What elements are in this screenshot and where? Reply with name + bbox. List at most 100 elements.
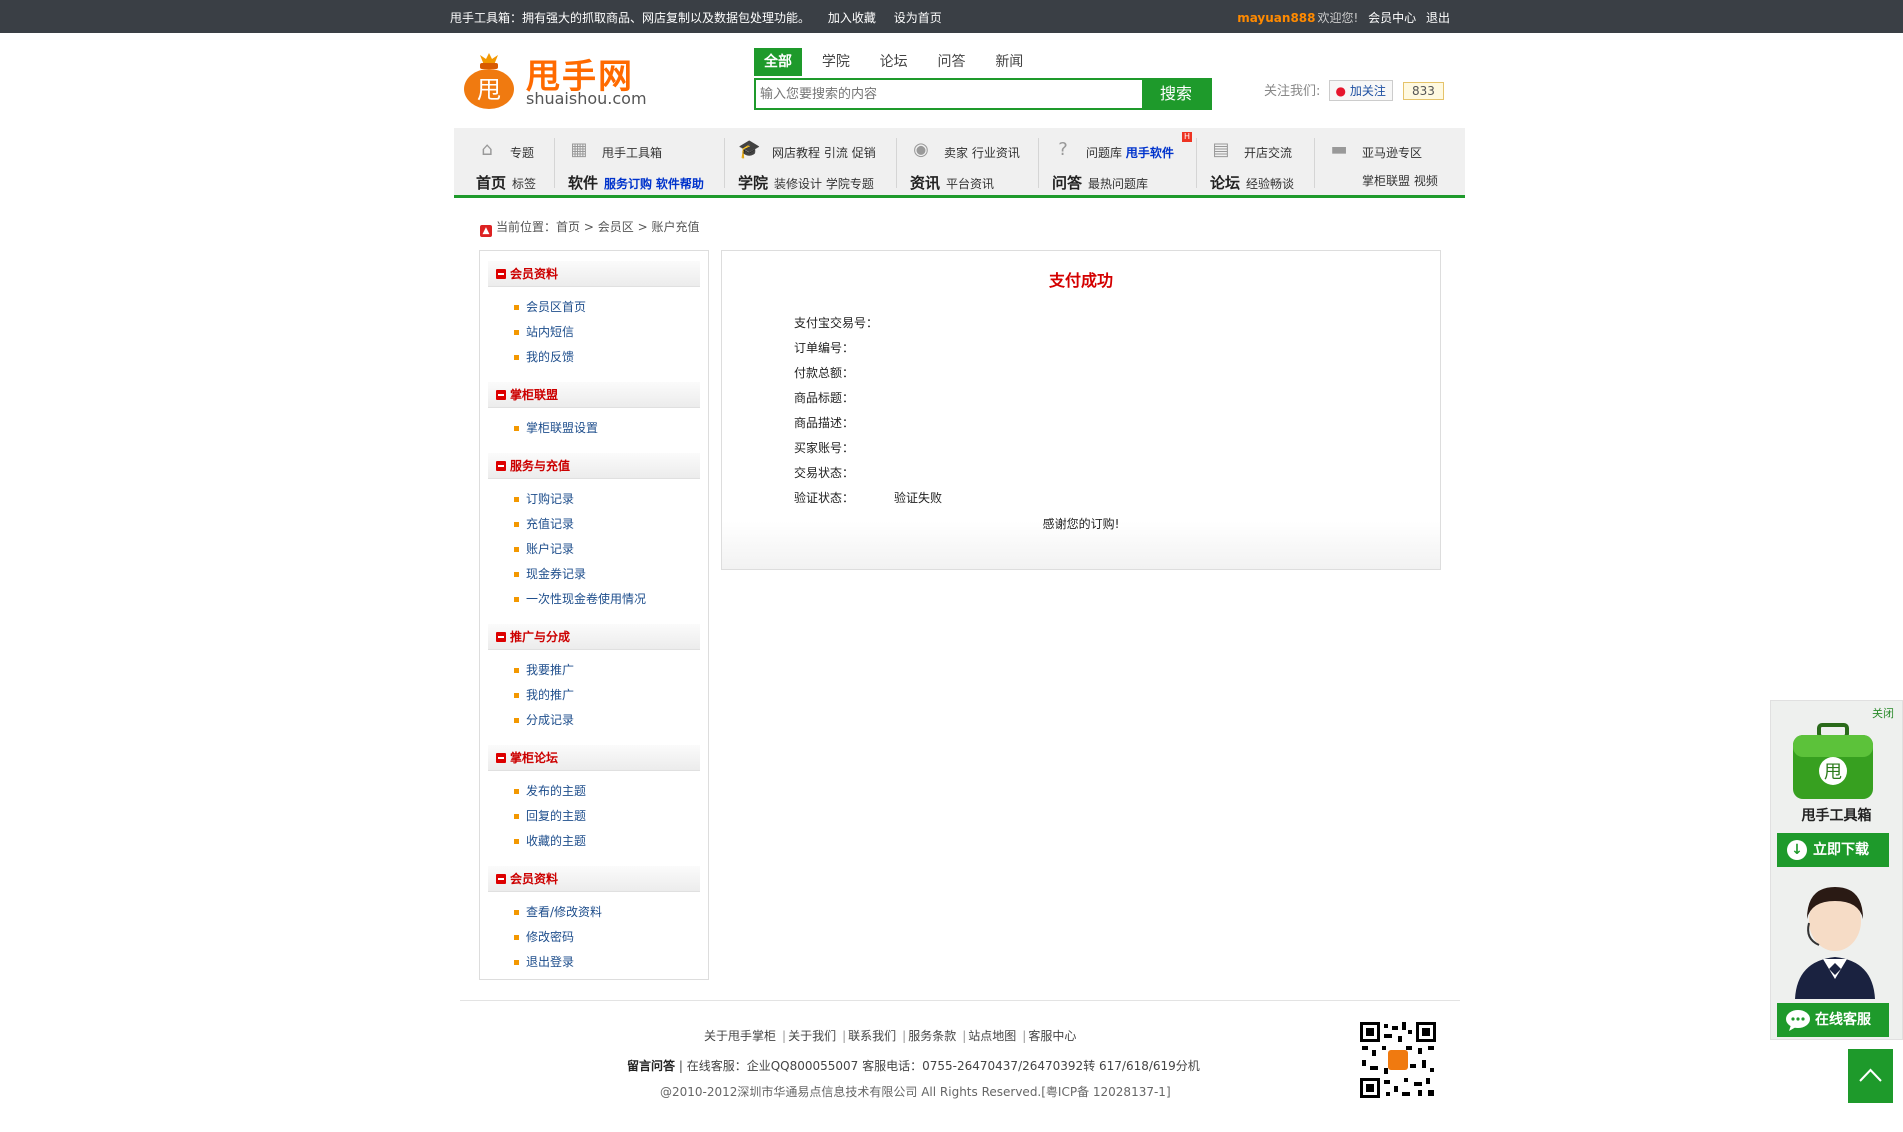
breadcrumb-member[interactable]: 会员区	[598, 220, 634, 234]
nav-service-order-link[interactable]: 服务订购	[604, 177, 652, 191]
nav-industry-link[interactable]: 行业资讯	[972, 146, 1020, 160]
sidebar-item[interactable]: 账户记录	[514, 537, 708, 562]
nav-news-title[interactable]: 资讯	[910, 174, 940, 192]
nav-academy-topic-link[interactable]: 学院专题	[826, 177, 874, 191]
payment-row: 商品描述：	[794, 411, 942, 436]
search-button[interactable]: 搜索	[1142, 80, 1210, 108]
collapse-icon[interactable]	[496, 461, 506, 471]
nav-home-title[interactable]: 首页	[476, 174, 506, 192]
sidebar-item[interactable]: 回复的主题	[514, 804, 708, 829]
nav-shuaishou-software-link[interactable]: 甩手软件	[1126, 146, 1174, 160]
search-tab-forum[interactable]: 论坛	[870, 48, 918, 76]
sidebar-item[interactable]: 掌柜联盟设置	[514, 416, 708, 441]
nav-alliance-link[interactable]: 掌柜联盟	[1362, 174, 1410, 188]
footer-link[interactable]: 客服中心	[1028, 1029, 1076, 1043]
payment-row: 买家账号：	[794, 436, 942, 461]
nav-amazon-link[interactable]: 亚马逊专区	[1362, 144, 1422, 161]
sidebar-group-label: 推广与分成	[510, 630, 571, 644]
set-homepage-link[interactable]: 设为首页	[894, 11, 942, 25]
breadcrumb-current: 账户充值	[651, 220, 700, 234]
collapse-icon[interactable]	[496, 390, 506, 400]
nav-news[interactable]: ◉ 卖家 行业资讯 资讯 平台资讯	[910, 134, 1040, 193]
nav-platform-news-link[interactable]: 平台资讯	[946, 177, 994, 191]
sidebar-item[interactable]: 充值记录	[514, 512, 708, 537]
sidebar-group-title[interactable]: 推广与分成	[488, 624, 700, 650]
nav-hot-questions-link[interactable]: 最热问题库	[1088, 177, 1148, 191]
nav-qa[interactable]: ? 问题库 甩手软件 H 问答 最热问题库	[1052, 132, 1202, 192]
nav-promo-link[interactable]: 促销	[852, 146, 876, 160]
sidebar-item[interactable]: 发布的主题	[514, 779, 708, 804]
collapse-icon[interactable]	[496, 874, 506, 884]
qr-code-icon	[1358, 1020, 1438, 1100]
nav-traffic-link[interactable]: 引流	[824, 146, 848, 160]
nav-seller-link[interactable]: 卖家	[944, 146, 968, 160]
footer-link[interactable]: 站点地图	[968, 1029, 1016, 1043]
logout-link[interactable]: 退出	[1426, 11, 1450, 25]
guestbook-link[interactable]: 留言问答	[627, 1059, 675, 1073]
username[interactable]: mayuan888	[1237, 11, 1315, 25]
nav-design-link[interactable]: 装修设计	[774, 177, 822, 191]
member-center-link[interactable]: 会员中心	[1368, 11, 1416, 25]
sidebar-item[interactable]: 分成记录	[514, 708, 708, 733]
nav-software-title[interactable]: 软件	[568, 174, 598, 192]
download-now-button[interactable]: ↓ 立即下载	[1777, 833, 1889, 867]
nav-forum[interactable]: ▤ 开店交流 论坛 经验畅谈	[1210, 134, 1320, 193]
nav-topic-link[interactable]: 专题	[510, 144, 534, 161]
footer-link[interactable]: 关于甩手掌柜	[704, 1029, 776, 1043]
nav-academy[interactable]: 🎓 网店教程 引流 促销 学院 装修设计 学院专题	[738, 134, 888, 193]
nav-amazon[interactable]: ▬ 亚马逊专区 掌柜联盟 视频	[1328, 134, 1458, 192]
float-close-button[interactable]: 关闭	[1872, 705, 1894, 721]
collapse-icon[interactable]	[496, 269, 506, 279]
nav-home[interactable]: ⌂ 专题 首页 标签	[476, 134, 556, 193]
sidebar-item[interactable]: 订购记录	[514, 487, 708, 512]
sidebar-item[interactable]: 我的推广	[514, 683, 708, 708]
sidebar-item[interactable]: 我的反馈	[514, 345, 708, 370]
sidebar-item[interactable]: 我要推广	[514, 658, 708, 683]
nav-tutorial-link[interactable]: 网店教程	[772, 146, 820, 160]
sidebar-item[interactable]: 查看/修改资料	[514, 900, 708, 925]
nav-toolbox-link[interactable]: 甩手工具箱	[602, 144, 662, 161]
sidebar-item[interactable]: 收藏的主题	[514, 829, 708, 854]
nav-forum-title[interactable]: 论坛	[1210, 174, 1240, 192]
site-logo[interactable]: 甩 甩手网 shuaishou.com	[460, 45, 660, 115]
collapse-icon[interactable]	[496, 753, 506, 763]
search-tab-news[interactable]: 新闻	[985, 48, 1033, 76]
back-to-top-button[interactable]	[1848, 1049, 1893, 1103]
search-tab-academy[interactable]: 学院	[812, 48, 860, 76]
sidebar-item[interactable]: 一次性现金卷使用情况	[514, 587, 708, 612]
nav-experience-link[interactable]: 经验畅谈	[1246, 177, 1294, 191]
nav-software-help-link[interactable]: 软件帮助	[656, 177, 704, 191]
member-sidebar: 会员资料 会员区首页 站内短信 我的反馈 掌柜联盟 掌柜联盟设置 服务与充值 订购记录 充值记录…	[479, 250, 709, 980]
sidebar-group-title[interactable]: 掌柜联盟	[488, 382, 700, 408]
nav-question-bank-link[interactable]: 问题库	[1086, 146, 1122, 160]
search-tab-all[interactable]: 全部	[754, 48, 802, 76]
search-input[interactable]	[760, 82, 1120, 106]
nav-tag-link[interactable]: 标签	[512, 177, 536, 191]
footer-link[interactable]: 服务条款	[908, 1029, 956, 1043]
nav-software[interactable]: ▦ 甩手工具箱 软件 服务订购 软件帮助	[568, 134, 728, 193]
sidebar-item[interactable]: 退出登录	[514, 950, 708, 975]
sidebar-group-title[interactable]: 掌柜论坛	[488, 745, 700, 771]
bookmark-link[interactable]: 加入收藏	[828, 11, 876, 25]
sidebar-item[interactable]: 修改密码	[514, 925, 708, 950]
sidebar-item[interactable]: 站内短信	[514, 320, 708, 345]
sidebar-group-title[interactable]: 服务与充值	[488, 453, 700, 479]
footer-link[interactable]: 联系我们	[848, 1029, 896, 1043]
nav-academy-title[interactable]: 学院	[738, 174, 768, 192]
nav-qa-title[interactable]: 问答	[1052, 174, 1082, 192]
nav-video-link[interactable]: 视频	[1414, 174, 1438, 188]
sidebar-group-title[interactable]: 会员资料	[488, 261, 700, 287]
breadcrumb-home[interactable]: 首页	[556, 220, 580, 234]
sidebar-group-title[interactable]: 会员资料	[488, 866, 700, 892]
weibo-follow-button[interactable]: ● 加关注	[1328, 80, 1393, 101]
nav-shop-exchange-link[interactable]: 开店交流	[1244, 144, 1292, 161]
sidebar-list: 会员区首页 站内短信 我的反馈	[480, 287, 708, 372]
online-service-button[interactable]: 在线客服	[1777, 1003, 1889, 1037]
logo-bag-glyph: 甩	[477, 76, 501, 104]
collapse-icon[interactable]	[496, 632, 506, 642]
footer-link[interactable]: 关于我们	[788, 1029, 836, 1043]
search-tab-qa[interactable]: 问答	[927, 48, 975, 76]
sidebar-item[interactable]: 现金券记录	[514, 562, 708, 587]
sidebar-item[interactable]: 会员区首页	[514, 295, 708, 320]
toolbox-glyph: 甩	[1824, 762, 1842, 783]
